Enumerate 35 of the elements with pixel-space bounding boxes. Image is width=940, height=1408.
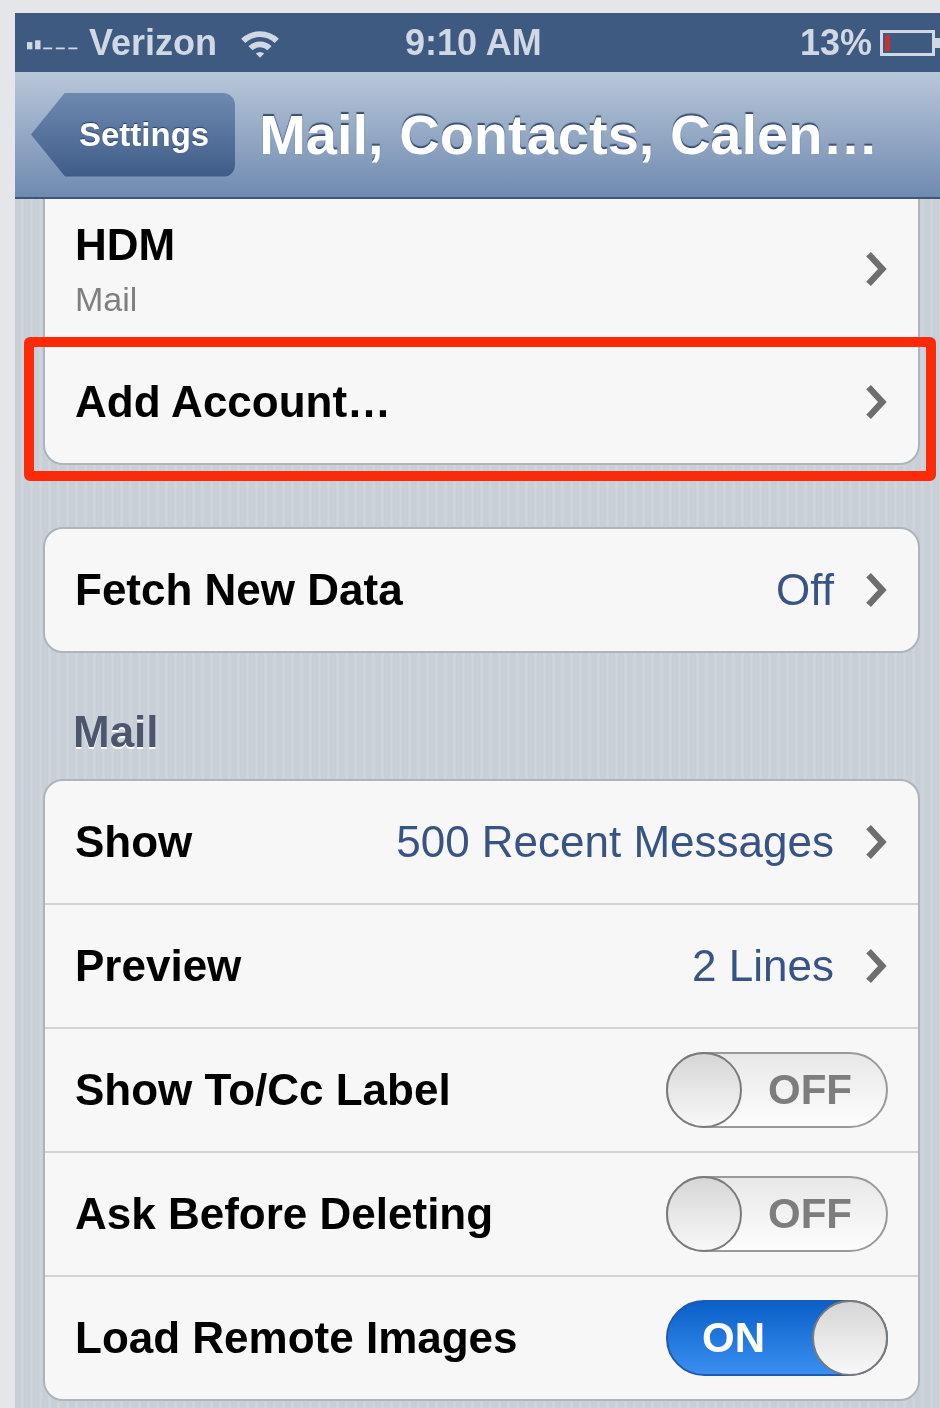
settings-row[interactable]: Add Account… (45, 339, 918, 463)
status-time: 9:10 AM (405, 21, 542, 64)
account-name: HDM (75, 219, 177, 270)
toggle-text: OFF (768, 1190, 852, 1238)
row-label: Show To/Cc Label (75, 1065, 452, 1115)
chevron-icon (864, 824, 888, 860)
section-header: Mail (73, 707, 160, 757)
settings-row[interactable]: Fetch New Data Off (45, 529, 918, 651)
row-label: Ask Before Deleting (75, 1189, 495, 1239)
battery-icon (880, 29, 940, 56)
battery-percent: 13% (799, 21, 872, 64)
nav-title: Mail, Contacts, Calen… (259, 102, 879, 167)
toggle-switch[interactable]: ON (666, 1300, 888, 1376)
chevron-icon (864, 251, 888, 287)
row-value: Off (776, 565, 834, 615)
row-label: Fetch New Data (75, 565, 404, 615)
row-label: Add Account… (75, 377, 393, 427)
toggle-text: OFF (768, 1066, 852, 1114)
chevron-icon (864, 384, 888, 420)
row-value: 2 Lines (692, 941, 834, 991)
row-label: Show (75, 817, 194, 867)
carrier-name: Verizon (89, 21, 218, 64)
chevron-icon (864, 572, 888, 608)
settings-row[interactable]: HDM Mail (45, 199, 918, 339)
account-type: Mail (75, 279, 139, 319)
row-label: Preview (75, 941, 243, 991)
toggle-text: ON (702, 1314, 765, 1362)
settings-row[interactable]: Preview 2 Lines (45, 903, 918, 1027)
row-label: Load Remote Images (75, 1313, 519, 1363)
chevron-icon (864, 948, 888, 984)
toggle-switch[interactable]: OFF (666, 1052, 888, 1128)
row-value: 500 Recent Messages (396, 817, 834, 867)
settings-row[interactable]: Show 500 Recent Messages (45, 781, 918, 903)
toggle-switch[interactable]: OFF (666, 1176, 888, 1252)
back-button[interactable]: Settings (31, 92, 236, 177)
